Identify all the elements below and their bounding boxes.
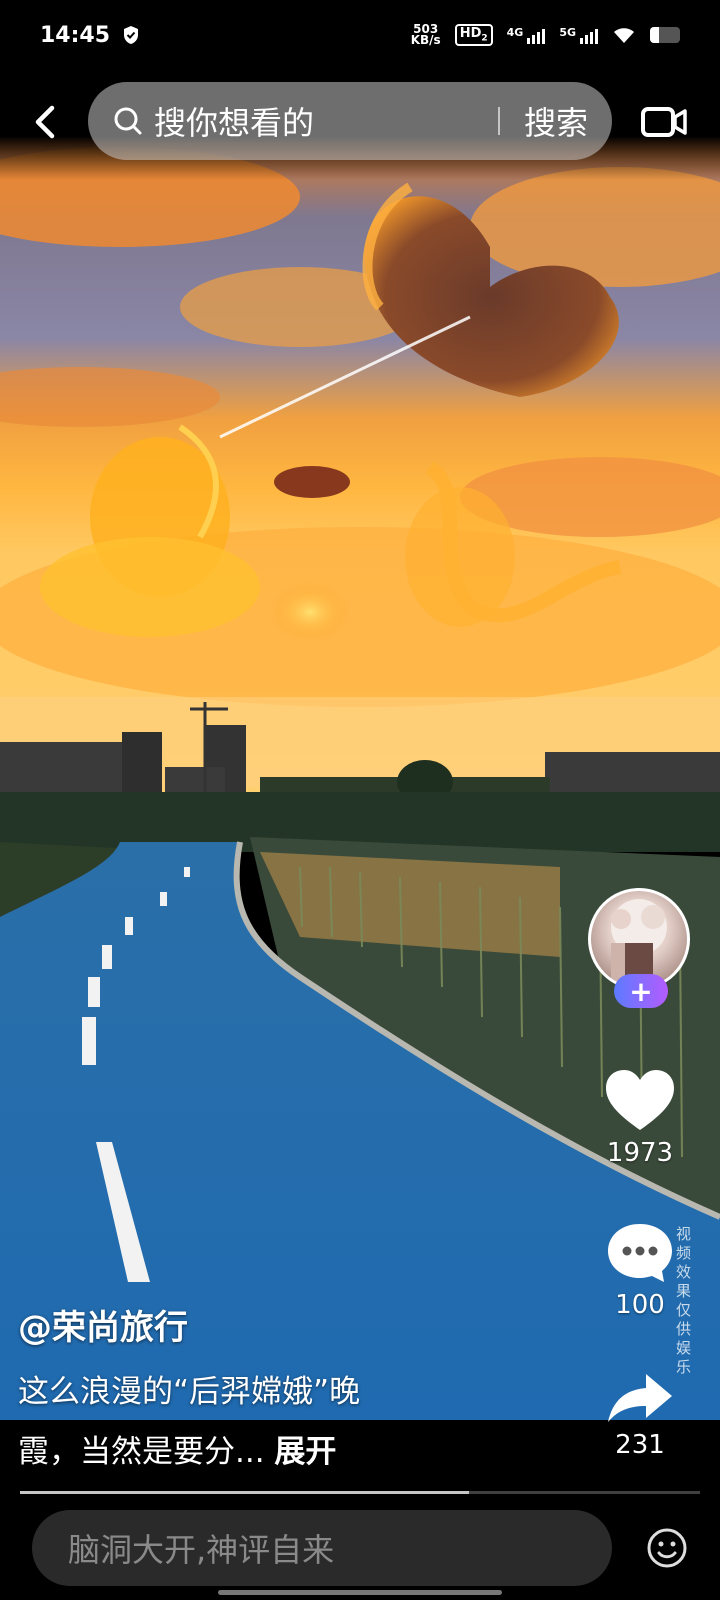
search-input[interactable]: 搜你想看的 bbox=[154, 98, 498, 144]
video-camera-icon[interactable] bbox=[640, 104, 688, 140]
status-bar: 14:45 503 KB/s HD2 4G 5G bbox=[0, 0, 720, 70]
back-arrow-icon[interactable] bbox=[28, 102, 62, 142]
signal-4g-icon: 4G bbox=[507, 26, 546, 44]
share-action[interactable]: 231 bbox=[585, 1370, 695, 1460]
heart-icon[interactable] bbox=[604, 1068, 676, 1134]
share-arrow-icon[interactable] bbox=[604, 1370, 676, 1426]
disclaimer-watermark: 视频效果仅供娱乐 bbox=[676, 1225, 692, 1376]
caption-line-1: 这么浪漫的“后羿嫦娥”晚 bbox=[18, 1374, 361, 1410]
comment-count: 100 bbox=[615, 1290, 665, 1320]
share-count: 231 bbox=[615, 1430, 665, 1460]
author-name[interactable]: @荣尚旅行 bbox=[18, 1300, 188, 1349]
comment-bubble-icon[interactable] bbox=[604, 1220, 676, 1286]
like-action[interactable]: 1973 bbox=[585, 1068, 695, 1168]
search-icon bbox=[114, 107, 142, 135]
signal-5g-icon: 5G bbox=[559, 26, 598, 44]
shield-icon bbox=[124, 26, 139, 44]
home-indicator bbox=[218, 1590, 502, 1595]
status-left: 14:45 bbox=[40, 23, 140, 48]
video-progress-fill bbox=[20, 1491, 469, 1494]
avatar-image bbox=[611, 899, 667, 983]
follow-button[interactable]: + bbox=[614, 974, 668, 1008]
video-caption[interactable]: 这么浪漫的“后羿嫦娥”晚 霞，当然是要分... 展开 bbox=[18, 1362, 488, 1482]
search-divider bbox=[497, 107, 500, 135]
clock: 14:45 bbox=[40, 22, 111, 48]
network-speed: 503 KB/s bbox=[410, 22, 441, 47]
battery-icon bbox=[650, 27, 680, 43]
search-button[interactable]: 搜索 bbox=[524, 98, 588, 144]
comment-input[interactable]: 脑洞大开,神评自来 bbox=[32, 1510, 612, 1586]
search-bar[interactable]: 搜你想看的 搜索 bbox=[88, 82, 612, 160]
expand-button[interactable]: 展开 bbox=[274, 1434, 336, 1470]
emoji-icon[interactable] bbox=[646, 1527, 688, 1569]
caption-line-2: 霞，当然是要分... 展开 bbox=[18, 1434, 337, 1470]
status-right: 503 KB/s HD2 4G 5G bbox=[410, 22, 680, 47]
video-progress-bar[interactable] bbox=[20, 1491, 700, 1494]
hd-voice-icon: HD2 bbox=[454, 24, 493, 46]
like-count: 1973 bbox=[606, 1138, 674, 1168]
wifi-icon bbox=[614, 28, 634, 43]
